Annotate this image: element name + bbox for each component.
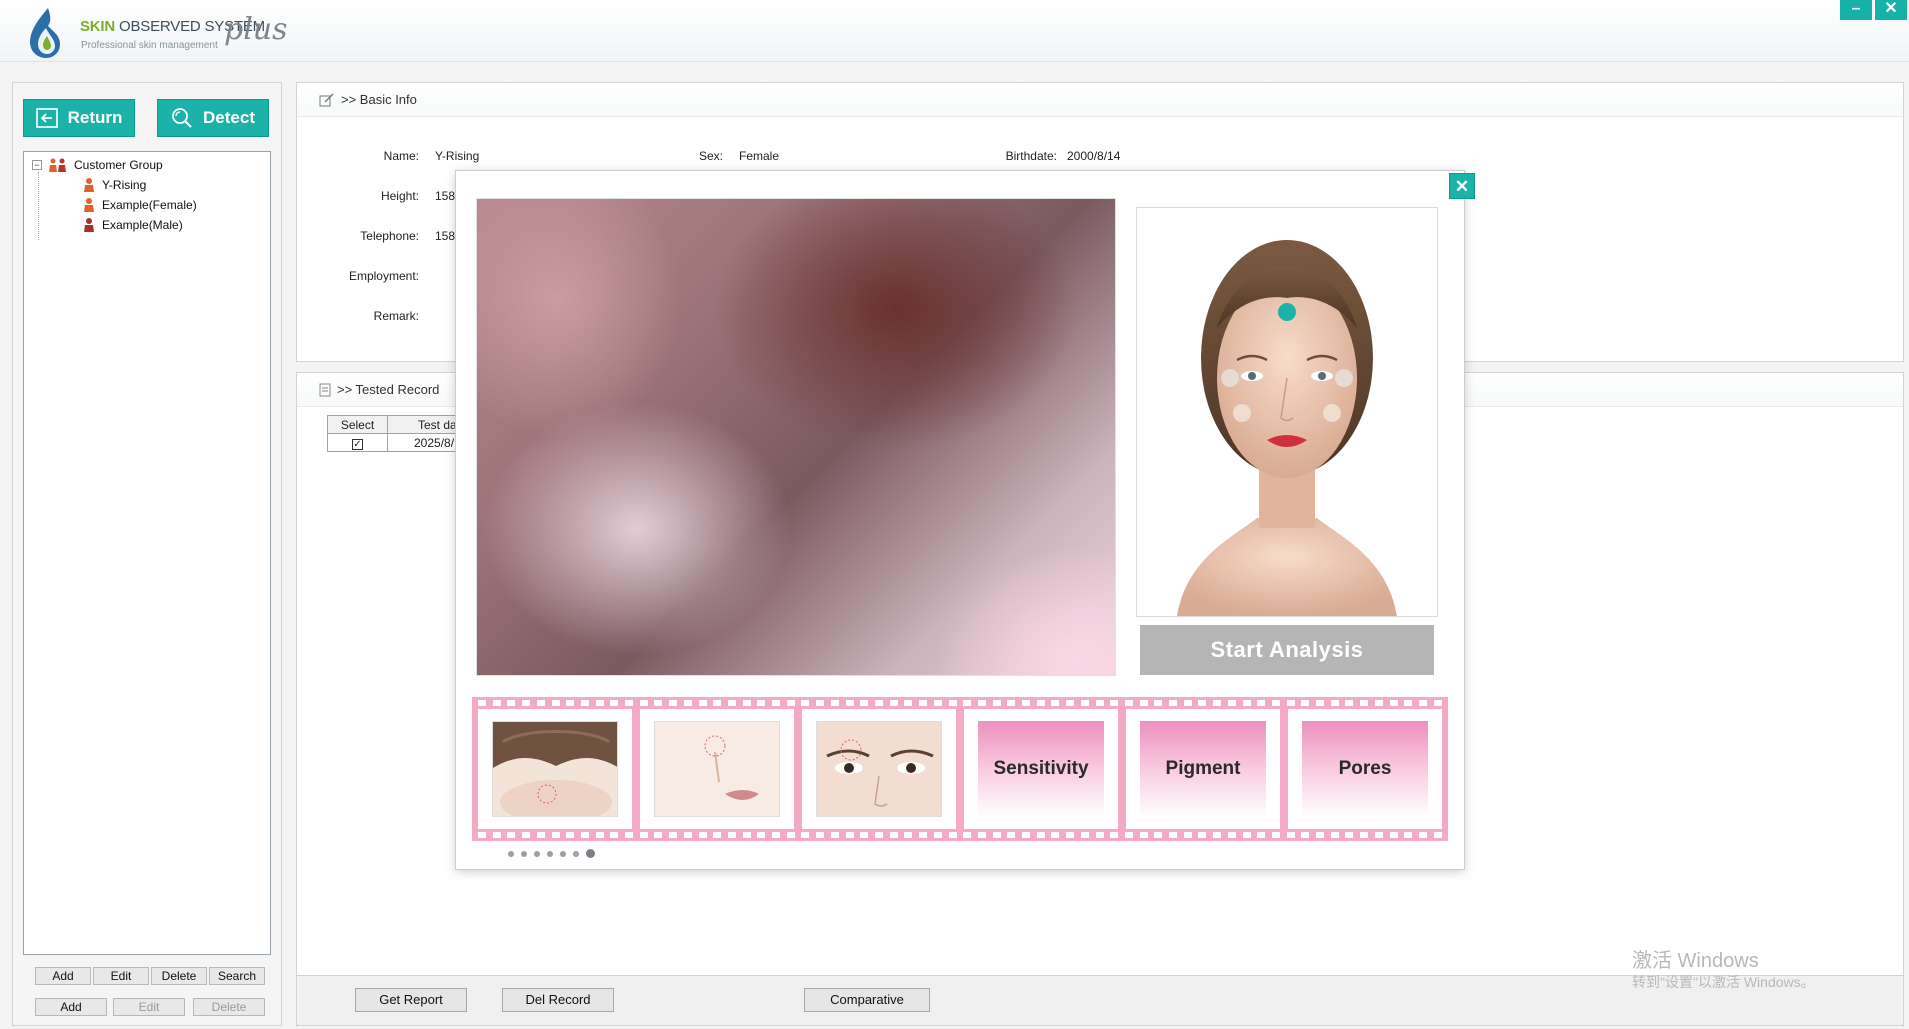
remark-label: Remark: [373,309,419,323]
page-dot[interactable] [573,850,579,857]
return-icon [35,108,58,128]
tree-item-label: Y-Rising [102,177,147,192]
document-icon [319,383,331,396]
employment-label: Employment: [348,269,419,283]
mode-pores[interactable]: Pores [1288,709,1442,829]
male-person-icon [84,218,94,232]
tree-item-label: Example(Female) [102,197,197,212]
title-bar: SKIN OBSERVED SYSTEM Professional skin m… [0,0,1909,62]
tree-item-y-rising[interactable]: Y-Rising [82,177,146,192]
height-value: 158 [435,189,456,203]
forehead-marker[interactable] [1278,303,1296,321]
get-report-button[interactable]: Get Report [355,988,467,1012]
dialog-close-button[interactable]: ✕ [1449,173,1475,199]
mode-filmstrip: Sensitivity Pigment Pores [472,697,1448,841]
minimize-button[interactable]: – [1840,0,1872,20]
page-dot[interactable] [534,850,540,857]
detection-dialog: ✕ Start Analysis Sensitivity Pigment Por… [455,170,1475,870]
tree-root[interactable]: − Customer Group [32,157,163,172]
page-dot[interactable] [547,850,553,857]
tree-item-label: Example(Male) [102,217,183,232]
mode-scalp[interactable] [478,709,632,829]
mode-pigment[interactable]: Pigment [1126,709,1280,829]
pores-card-label: Pores [1302,721,1428,817]
checkbox-check-icon[interactable]: ✓ [352,438,363,450]
eye-thumbnail [816,721,942,817]
edit-customer-button[interactable]: Edit [93,967,149,985]
collapse-toggle-icon[interactable]: − [32,159,42,170]
left-panel: Return Detect − Customer Group Y-Rising … [12,82,282,1026]
pagination-dots [508,849,595,858]
name-label: Name: [383,149,419,163]
detect-label: Detect [203,108,255,127]
face-illustration [1177,240,1397,616]
cheek-thumbnail [654,721,780,817]
basic-info-header: >> Basic Info [297,83,1903,117]
film-perforations-bottom [472,829,1448,841]
tree-item-example-male[interactable]: Example(Male) [82,217,183,232]
scalp-thumbnail [492,721,618,817]
female-person-icon [84,198,94,212]
tree-root-label: Customer Group [74,157,163,172]
film-perforations-top [472,697,1448,709]
telephone-value: 158 [435,229,456,243]
brand-plus: plus [224,12,288,47]
return-button[interactable]: Return [23,99,135,137]
edit-group-button[interactable]: Edit [113,998,185,1016]
brand-subtitle: Professional skin management [81,40,218,51]
logo-icon [30,8,60,58]
group-icon [49,158,66,172]
page-dot[interactable] [560,850,566,857]
comparative-button[interactable]: Comparative [804,988,930,1012]
face-map-panel [1136,207,1438,617]
tree-line [38,172,39,240]
mode-eye[interactable] [802,709,956,829]
del-record-button[interactable]: Del Record [502,988,614,1012]
sensitivity-card-label: Sensitivity [978,721,1104,817]
tree-item-example-female[interactable]: Example(Female) [82,197,197,212]
mode-cheek[interactable] [640,709,794,829]
add-group-button[interactable]: Add [35,998,107,1016]
customer-tree: − Customer Group Y-Rising Example(Female… [23,151,271,955]
add-customer-button[interactable]: Add [35,967,91,985]
edit-icon [319,93,334,106]
name-value: Y-Rising [435,149,480,163]
pigment-card-label: Pigment [1140,721,1266,817]
page-dot[interactable] [521,850,527,857]
delete-group-button[interactable]: Delete [193,998,265,1016]
page-dot[interactable] [508,850,514,857]
return-label: Return [67,108,123,127]
activation-watermark-title: 激活 Windows [1632,950,1759,972]
page-dot-active[interactable] [586,849,595,858]
female-person-icon [84,178,94,192]
detect-icon [172,108,192,128]
mode-sensitivity[interactable]: Sensitivity [964,709,1118,829]
delete-customer-button[interactable]: Delete [151,967,207,985]
detect-button[interactable]: Detect [157,99,269,137]
basic-info-title: >> Basic Info [341,92,417,107]
sex-label: Sex: [698,149,723,163]
birthdate-label: Birthdate: [1005,149,1057,163]
height-label: Height: [380,189,419,203]
telephone-label: Telephone: [360,229,419,243]
search-customer-button[interactable]: Search [209,967,265,985]
column-header: Select [327,415,388,434]
select-checkbox[interactable]: ✓ [327,433,388,452]
sex-value: Female [739,149,780,163]
activation-watermark-subtitle: 转到"设置"以激活 Windows。 [1632,974,1815,990]
close-window-button[interactable]: ✕ [1875,0,1907,20]
start-analysis-button[interactable]: Start Analysis [1140,625,1434,675]
tested-record-title: >> Tested Record [337,382,440,397]
birthdate-value: 2000/8/14 [1067,149,1121,163]
camera-preview [476,198,1116,676]
